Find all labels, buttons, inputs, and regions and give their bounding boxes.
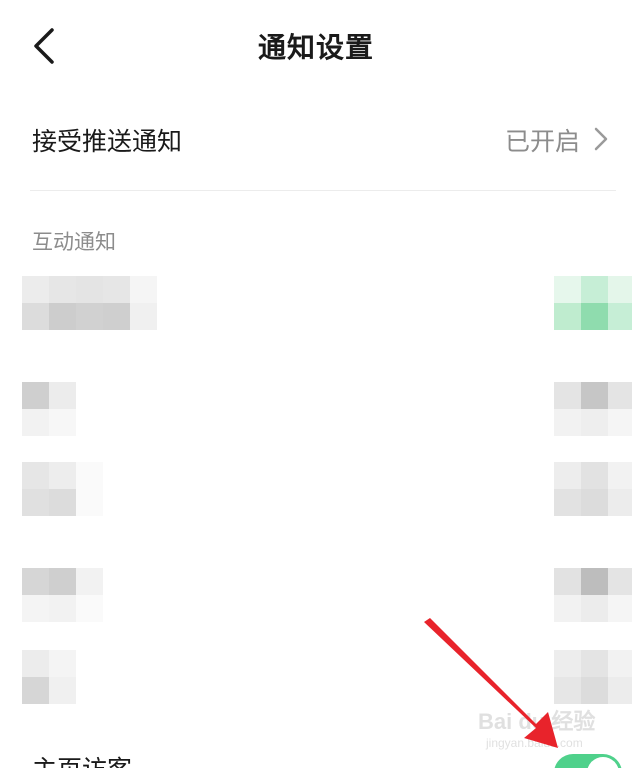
- top-nav-bar: 通知设置: [0, 0, 632, 96]
- toggle-knob: [587, 757, 619, 768]
- obscured-setting-row[interactable]: [0, 648, 632, 708]
- pixelated-label: [22, 568, 103, 622]
- homepage-visitors-row[interactable]: 主页访客: [0, 736, 632, 768]
- watermark-brand: Bai du 经验: [478, 709, 596, 734]
- push-notification-row[interactable]: 接受推送通知 已开启: [0, 100, 632, 180]
- push-notification-status: 已开启: [504, 127, 580, 156]
- obscured-setting-row[interactable]: [0, 566, 632, 626]
- chevron-right-icon: [594, 127, 608, 151]
- obscured-setting-row[interactable]: [0, 462, 632, 522]
- page-title: 通知设置: [257, 31, 374, 64]
- section-title-interaction: 互动通知: [32, 230, 116, 254]
- pixelated-label: [22, 462, 103, 516]
- pixelated-toggle: [554, 276, 632, 330]
- pixelated-toggle: [554, 462, 632, 516]
- obscured-setting-row[interactable]: [0, 380, 632, 440]
- pixelated-toggle: [554, 568, 632, 622]
- homepage-visitors-toggle[interactable]: [554, 754, 622, 768]
- pixelated-label: [22, 650, 76, 704]
- homepage-visitors-label: 主页访客: [32, 750, 132, 768]
- divider: [30, 190, 616, 191]
- pixelated-toggle: [554, 650, 632, 704]
- push-notification-label: 接受推送通知: [32, 127, 183, 156]
- obscured-setting-row[interactable]: [0, 274, 632, 334]
- notification-settings-screen: 通知设置 接受推送通知 已开启 互动通知 Bai du 经验 jingyan.b…: [0, 0, 632, 768]
- pixelated-toggle: [554, 382, 632, 436]
- pixelated-label: [22, 382, 76, 436]
- pixelated-label: [22, 276, 157, 330]
